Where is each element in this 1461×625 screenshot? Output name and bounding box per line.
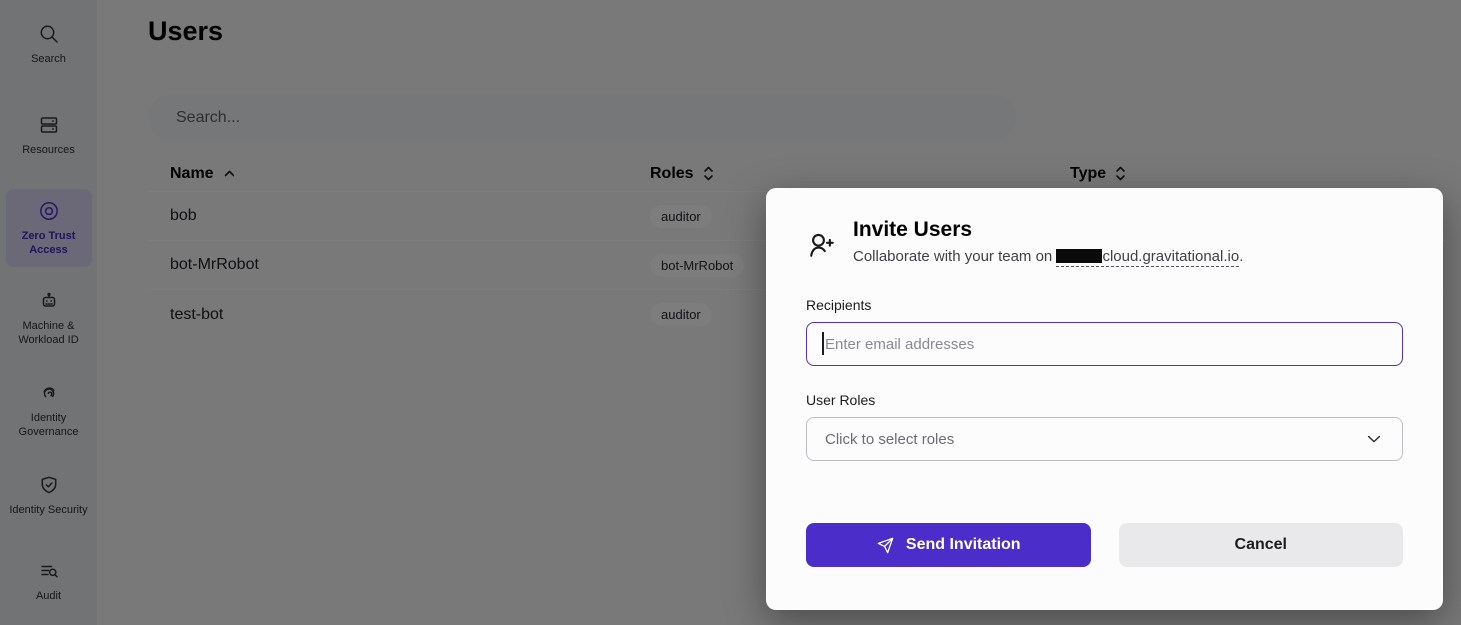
text-caret bbox=[822, 332, 824, 355]
invite-users-modal: Invite Users Collaborate with your team … bbox=[766, 188, 1443, 610]
paper-plane-icon bbox=[876, 536, 895, 555]
chevron-down-icon bbox=[1364, 429, 1384, 449]
modal-actions: Send Invitation Cancel bbox=[806, 523, 1403, 567]
modal-titles: Invite Users Collaborate with your team … bbox=[853, 218, 1243, 265]
modal-subtitle: Collaborate with your team on cloud.grav… bbox=[853, 248, 1243, 265]
modal-header: Invite Users Collaborate with your team … bbox=[806, 218, 1403, 265]
cluster-domain: cloud.gravitational.io bbox=[1056, 248, 1239, 267]
user-roles-select[interactable]: Click to select roles bbox=[806, 417, 1403, 461]
user-plus-icon bbox=[806, 230, 836, 260]
redacted-tenant-name bbox=[1056, 249, 1102, 263]
send-invitation-button[interactable]: Send Invitation bbox=[806, 523, 1091, 567]
app-root: { "page": { "title": "Users", "search_pl… bbox=[0, 0, 1461, 625]
recipients-input-wrap bbox=[806, 322, 1403, 366]
select-placeholder: Click to select roles bbox=[825, 431, 954, 448]
recipients-input[interactable] bbox=[806, 322, 1403, 366]
cancel-button[interactable]: Cancel bbox=[1119, 523, 1404, 567]
modal-title: Invite Users bbox=[853, 218, 1243, 242]
user-roles-label: User Roles bbox=[806, 392, 1403, 408]
recipients-label: Recipients bbox=[806, 297, 1403, 313]
